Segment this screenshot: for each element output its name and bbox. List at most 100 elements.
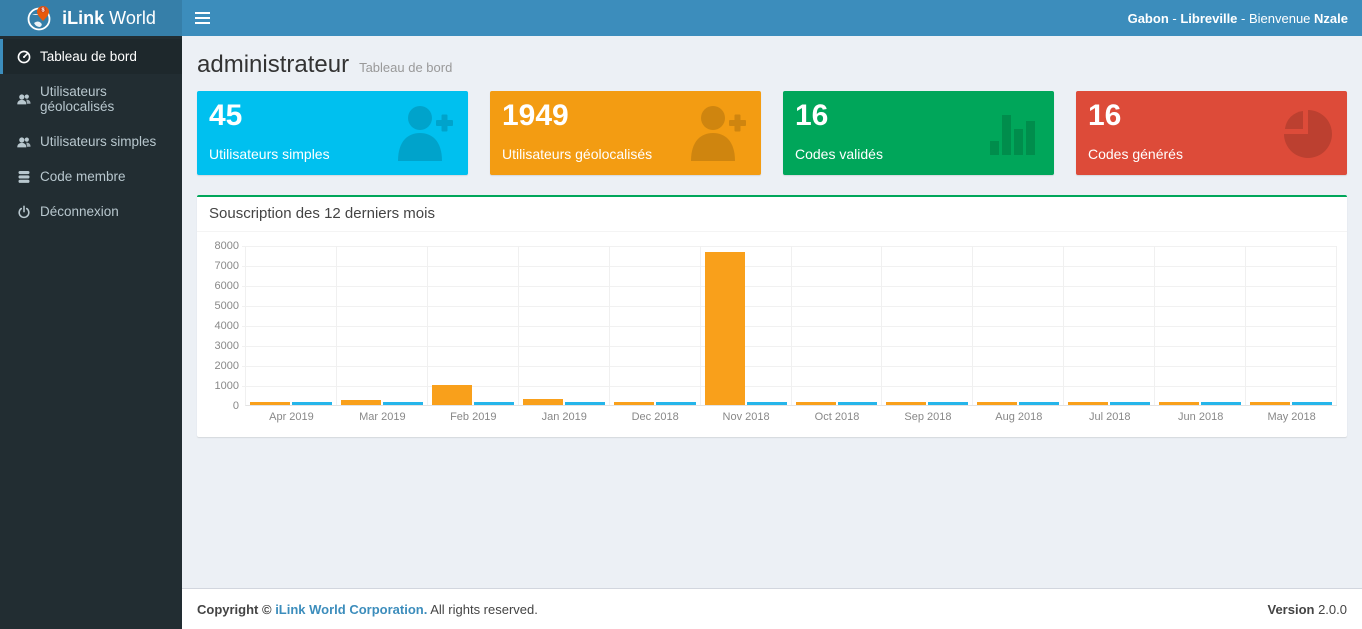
orange-bar	[977, 402, 1017, 405]
chart-y-axis: 010002000300040005000600070008000	[205, 246, 245, 406]
user-plus-icon	[388, 103, 458, 166]
x-tick-label: Nov 2018	[701, 406, 792, 431]
sidebar-item-label: Code membre	[40, 169, 126, 184]
sidebar-item-tableau-de-bord[interactable]: Tableau de bord	[0, 39, 182, 74]
y-tick-label: 8000	[215, 240, 239, 252]
blue-bar	[1019, 402, 1059, 405]
footer-version: Version 2.0.0	[1268, 602, 1348, 617]
copyright-label: Copyright ©	[197, 602, 275, 617]
info-boxes-row: 45 Utilisateurs simples 1949 Utilisateur…	[197, 91, 1347, 175]
y-tick-label: 6000	[215, 280, 239, 292]
chart-container: 010002000300040005000600070008000 Apr 20…	[197, 232, 1347, 437]
version-value: 2.0.0	[1314, 602, 1347, 617]
user-plus-icon	[681, 103, 751, 166]
bar-group-jul-2018	[1064, 246, 1155, 405]
orange-bar	[341, 400, 381, 405]
y-tick-label: 0	[233, 400, 239, 412]
bar-group-aug-2018	[973, 246, 1064, 405]
subscription-bar-chart: 010002000300040005000600070008000	[205, 246, 1337, 406]
blue-bar	[1292, 402, 1332, 405]
x-tick-label: Dec 2018	[610, 406, 701, 431]
company-link[interactable]: iLink World Corporation.	[275, 602, 427, 617]
orange-bar	[250, 402, 290, 405]
sidebar-item-code-membre[interactable]: Code membre	[0, 159, 182, 194]
blue-bar	[1201, 402, 1241, 405]
blue-bar	[928, 402, 968, 405]
bar-group-dec-2018	[610, 246, 701, 405]
x-tick-label: Aug 2018	[973, 406, 1064, 431]
y-tick-label: 5000	[215, 300, 239, 312]
x-tick-label: Sep 2018	[882, 406, 973, 431]
navbar: Gabon - Libreville - Bienvenue Nzale	[182, 0, 1362, 36]
bar-chart-icon	[988, 103, 1044, 160]
content-header: administrateur Tableau de bord	[197, 46, 1347, 91]
footer-copyright: Copyright © iLink World Corporation. All…	[197, 602, 538, 617]
blue-bar	[1110, 402, 1150, 405]
sidebar: Tableau de bord Utilisateurs géolocalisé…	[0, 36, 182, 629]
username-label: Nzale	[1314, 11, 1348, 26]
orange-bar	[796, 402, 836, 405]
brand-logo[interactable]: $ iLink World	[0, 0, 182, 36]
sidebar-toggle-button[interactable]	[182, 0, 222, 36]
brand-text: iLink World	[62, 8, 156, 29]
orange-bar	[614, 402, 654, 405]
x-tick-label: Feb 2019	[428, 406, 519, 431]
orange-bar	[523, 399, 563, 405]
info-box-codes-valides: 16 Codes validés	[783, 91, 1054, 175]
page-subtitle: Tableau de bord	[359, 60, 452, 75]
navbar-user-info: Gabon - Libreville - Bienvenue Nzale	[1128, 11, 1362, 26]
sidebar-item-label: Tableau de bord	[40, 49, 137, 64]
orange-bar	[1159, 402, 1199, 405]
sidebar-item-utilisateurs-geolocalises[interactable]: Utilisateurs géolocalisés	[0, 74, 182, 124]
country-label: Gabon	[1128, 11, 1169, 26]
chart-panel-header: Souscription des 12 derniers mois	[197, 197, 1347, 232]
bar-group-nov-2018	[701, 246, 792, 405]
brand-regular: World	[109, 8, 156, 28]
chart-panel: Souscription des 12 derniers mois 010002…	[197, 195, 1347, 437]
y-tick-label: 7000	[215, 260, 239, 272]
blue-bar	[656, 402, 696, 405]
info-box-utilisateurs-geolocalises: 1949 Utilisateurs géolocalisés	[490, 91, 761, 175]
y-tick-label: 3000	[215, 340, 239, 352]
top-header: $ iLink World Gabon - Libreville - Bienv…	[0, 0, 1362, 36]
orange-bar	[432, 385, 472, 405]
database-icon	[17, 170, 31, 184]
bar-group-may-2018	[1246, 246, 1337, 405]
users-icon	[17, 135, 31, 149]
blue-bar	[747, 402, 787, 405]
sidebar-item-label: Utilisateurs simples	[40, 134, 156, 149]
bar-group-apr-2019	[246, 246, 337, 405]
chart-x-axis: Apr 2019Mar 2019Feb 2019Jan 2019Dec 2018…	[245, 406, 1337, 431]
bar-group-feb-2019	[428, 246, 519, 405]
brand-bold: iLink	[62, 8, 104, 28]
power-icon	[17, 205, 31, 219]
x-tick-label: May 2018	[1246, 406, 1337, 431]
orange-bar	[1250, 402, 1290, 405]
bar-group-mar-2019	[337, 246, 428, 405]
sidebar-item-label: Déconnexion	[40, 204, 119, 219]
x-tick-label: Jan 2019	[519, 406, 610, 431]
globe-pin-icon: $	[26, 4, 54, 32]
blue-bar	[383, 402, 423, 405]
blue-bar	[838, 402, 878, 405]
chart-plot	[245, 246, 1337, 406]
blue-bar	[565, 402, 605, 405]
orange-bar	[1068, 402, 1108, 405]
blue-bar	[292, 402, 332, 405]
footer: Copyright © iLink World Corporation. All…	[182, 588, 1362, 629]
x-tick-label: Jul 2018	[1064, 406, 1155, 431]
sidebar-item-label: Utilisateurs géolocalisés	[40, 84, 168, 114]
city-label: Libreville	[1180, 11, 1237, 26]
y-tick-label: 1000	[215, 380, 239, 392]
chart-title: Souscription des 12 derniers mois	[209, 205, 435, 222]
orange-bar	[886, 402, 926, 405]
sidebar-item-deconnexion[interactable]: Déconnexion	[0, 194, 182, 229]
y-tick-label: 4000	[215, 320, 239, 332]
x-tick-label: Jun 2018	[1155, 406, 1246, 431]
x-tick-label: Apr 2019	[246, 406, 337, 431]
dashboard-icon	[17, 50, 31, 64]
info-box-utilisateurs-simples: 45 Utilisateurs simples	[197, 91, 468, 175]
bar-group-oct-2018	[792, 246, 883, 405]
sidebar-item-utilisateurs-simples[interactable]: Utilisateurs simples	[0, 124, 182, 159]
greeting-label: Bienvenue	[1249, 11, 1314, 26]
